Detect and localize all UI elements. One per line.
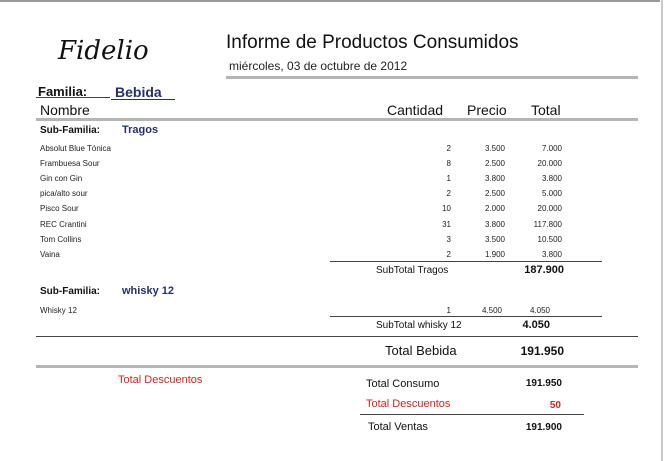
summary-divider (36, 365, 638, 368)
product-total: 10.500 (537, 235, 562, 244)
total-consumo-value: 191.950 (525, 378, 562, 389)
report-date: miércoles, 03 de octubre de 2012 (229, 59, 408, 73)
report-frame-right (661, 0, 663, 461)
product-name: Pisco Sour (40, 204, 79, 213)
ventas-divider (360, 414, 584, 415)
product-total: 3.800 (541, 174, 562, 183)
company-logo: Fidelio (58, 36, 149, 66)
product-precio: 2.000 (484, 204, 505, 213)
product-name: REC Crantini (40, 220, 87, 229)
familia-label-underline (36, 97, 110, 98)
column-header-total: Total (531, 102, 561, 118)
total-ventas-label: Total Ventas (368, 421, 428, 433)
subfamilia-name: whisky 12 (122, 285, 174, 297)
familia-value: Bebida (115, 84, 162, 100)
subtotal-value: 187.900 (524, 264, 564, 276)
subfamilia-name: Tragos (122, 124, 159, 136)
product-cantidad: 31 (442, 220, 451, 229)
product-precio: 3.800 (484, 220, 505, 229)
product-total: 5.000 (541, 189, 562, 198)
product-name: Frambuesa Sour (40, 159, 100, 168)
product-cantidad: 3 (446, 235, 451, 244)
summary-descuentos-label: Total Descuentos (366, 398, 451, 410)
product-cantidad: 2 (446, 250, 451, 259)
report-title: Informe de Productos Consumidos (226, 32, 519, 53)
subfamilia-label: Sub-Familia: (40, 286, 101, 297)
column-header-cantidad: Cantidad (387, 102, 444, 118)
product-name: Whisky 12 (40, 306, 77, 315)
product-total: 117.800 (533, 220, 562, 229)
header-divider (226, 76, 638, 79)
total-consumo-label: Total Consumo (366, 378, 440, 390)
familia-total-label: Total Bebida (385, 343, 457, 358)
product-name: Gin con Gin (40, 174, 83, 183)
total-ventas-value: 191.900 (525, 422, 562, 433)
column-header-divider (36, 118, 638, 121)
product-name: Absolut Blue Tónica (40, 144, 112, 153)
product-name: Tom Collins (40, 235, 82, 244)
product-name: Vaina (40, 250, 60, 259)
product-cantidad: 2 (446, 189, 451, 198)
familia-total-value: 191.950 (520, 344, 564, 358)
product-precio: 2.500 (484, 159, 505, 168)
total-descuentos-label: Total Descuentos (118, 374, 203, 386)
product-total: 20.000 (537, 159, 562, 168)
product-cantidad: 2 (446, 144, 451, 153)
product-precio: 3.500 (484, 235, 505, 244)
column-header-precio: Precio (467, 102, 507, 118)
product-precio: 2.500 (484, 189, 505, 198)
subtotal-label: SubTotal whisky 12 (376, 320, 462, 331)
subtotal-label: SubTotal Tragos (376, 265, 449, 276)
product-total: 3.800 (541, 250, 562, 259)
product-cantidad: 8 (446, 159, 451, 168)
subtotal-divider (330, 316, 602, 317)
subtotal-divider (330, 261, 602, 262)
product-cantidad: 1 (446, 174, 451, 183)
product-cantidad: 10 (442, 204, 451, 213)
summary-descuentos-value: 50 (549, 400, 561, 411)
product-total: 20.000 (537, 204, 562, 213)
product-precio: 3.500 (484, 144, 505, 153)
product-total: 7.000 (541, 144, 562, 153)
column-header-nombre: Nombre (40, 102, 90, 118)
familia-underline (111, 99, 175, 100)
report-frame-top (0, 0, 660, 2)
subtotal-value: 4.050 (522, 319, 550, 331)
product-precio: 1.900 (484, 250, 505, 259)
product-name: pica/alto sour (40, 189, 88, 198)
familia-total-divider (36, 336, 638, 337)
subfamilia-label: Sub-Familia: (40, 125, 101, 136)
product-precio: 3.800 (484, 174, 505, 183)
product-total: 4.050 (529, 306, 550, 315)
